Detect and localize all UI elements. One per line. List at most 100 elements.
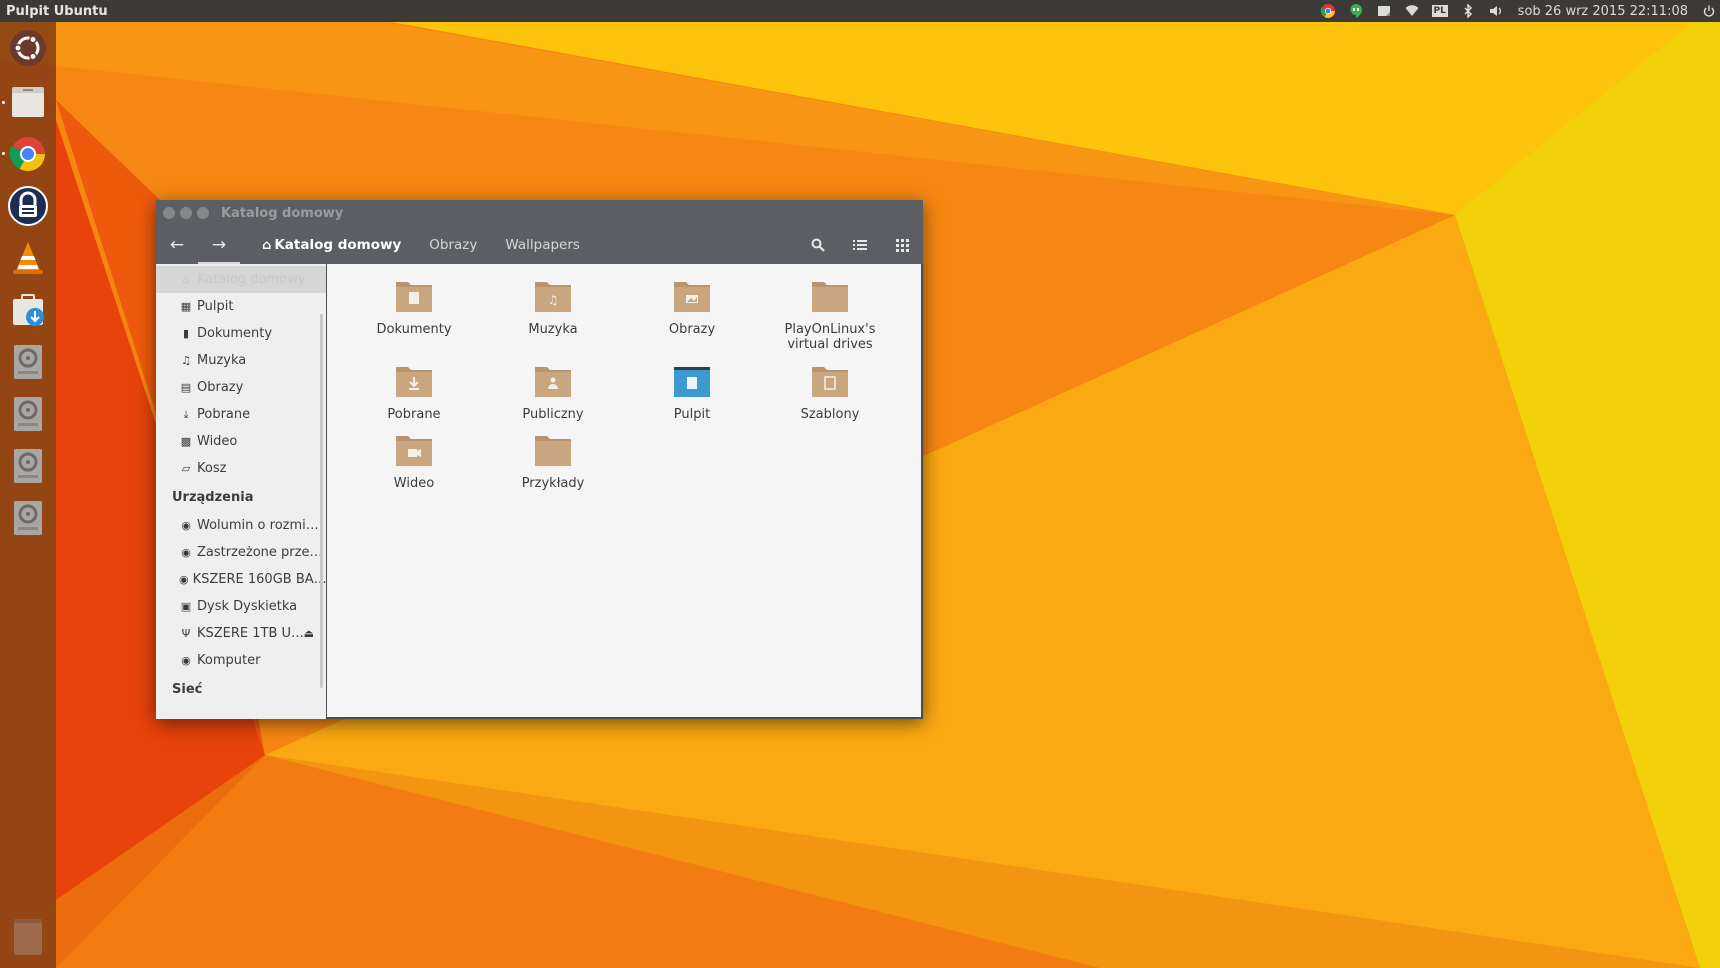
chrome-tray-icon[interactable] <box>1314 0 1342 22</box>
file-item[interactable]: Pulpit <box>622 361 762 422</box>
search-button[interactable] <box>797 226 839 264</box>
sidebar-item-label: Wolumin o rozmi… <box>197 518 319 533</box>
sidebar-item-pobrane[interactable]: ⤓ Pobrane <box>156 401 326 428</box>
power-icon[interactable] <box>1698 0 1720 22</box>
forward-button[interactable]: → <box>198 226 240 264</box>
indicator-tray: PL sob 26 wrz 2015 22:11:08 <box>1314 0 1720 22</box>
sidebar-item-kszere-1tb[interactable]: Ψ KSZERE 1TB U… ⏏ <box>156 620 326 647</box>
wifi-icon[interactable] <box>1398 0 1426 22</box>
breadcrumb-obrazy[interactable]: Obrazy <box>415 226 491 264</box>
file-item[interactable]: Przykłady <box>483 430 623 491</box>
hangouts-icon[interactable] <box>1342 0 1370 22</box>
sidebar-item-label: Obrazy <box>197 380 244 395</box>
keyboard-layout-label: PL <box>1431 5 1448 17</box>
sidebar-item-label: Muzyka <box>197 353 247 368</box>
usb-icon: Ψ <box>181 627 191 640</box>
sidebar-item-label: Wideo <box>197 434 238 449</box>
file-item[interactable]: Szablony <box>760 361 900 422</box>
drive-icon[interactable] <box>6 340 50 384</box>
list-view-button[interactable] <box>839 226 881 264</box>
close-window-button[interactable] <box>163 207 175 219</box>
running-indicator <box>2 152 5 155</box>
home-icon: ⌂ <box>182 273 190 286</box>
minimize-window-button[interactable] <box>180 207 192 219</box>
sidebar-item-wideo[interactable]: ▩ Wideo <box>156 428 326 455</box>
folder-icon <box>674 367 710 397</box>
file-item[interactable]: ♫ Muzyka <box>483 276 623 337</box>
volume-icon[interactable] <box>1482 0 1510 22</box>
running-indicator <box>2 101 5 104</box>
keyboard-icon[interactable]: PL <box>1426 0 1454 22</box>
sidebar-item-home[interactable]: ⌂ Katalog domowy <box>156 266 326 293</box>
trash-icon: ▱ <box>181 462 191 475</box>
drive-icon[interactable] <box>6 496 50 540</box>
search-icon <box>811 238 825 252</box>
notes-icon[interactable] <box>1370 0 1398 22</box>
sidebar-item-kosz[interactable]: ▱ Kosz <box>156 455 326 482</box>
sidebar-item-dokumenty[interactable]: ▮ Dokumenty <box>156 320 326 347</box>
file-item[interactable]: Pobrane <box>344 361 484 422</box>
breadcrumb-label: Katalog domowy <box>274 237 402 253</box>
keepass-icon[interactable] <box>6 184 50 228</box>
folder-icon <box>396 367 432 397</box>
sidebar-item-kszere-160gb[interactable]: ◉ KSZERE 160GB BA… <box>156 566 326 593</box>
grid-view-button[interactable] <box>881 226 923 264</box>
sidebar-item-label: KSZERE 160GB BA… <box>192 572 327 587</box>
ubuntu-dash-icon[interactable] <box>6 26 50 70</box>
clock[interactable]: sob 26 wrz 2015 22:11:08 <box>1510 4 1698 19</box>
sidebar-item-komputer[interactable]: ◉ Komputer <box>156 647 326 674</box>
maximize-window-button[interactable] <box>197 207 209 219</box>
eject-icon[interactable]: ⏏ <box>304 627 314 640</box>
drive-icon[interactable] <box>6 444 50 488</box>
top-panel: Pulpit Ubuntu PL sob 26 wrz 2015 22:11:0… <box>0 0 1720 22</box>
folder-icon: ♫ <box>535 282 571 312</box>
active-window-title: Pulpit Ubuntu <box>6 3 108 19</box>
file-label: Przykłady <box>521 476 585 491</box>
list-view-icon <box>853 240 867 250</box>
sidebar-item-label: Katalog domowy <box>197 272 306 287</box>
file-item[interactable]: Publiczny <box>483 361 623 422</box>
vlc-icon[interactable] <box>6 236 50 280</box>
launcher <box>0 22 56 968</box>
file-label: Obrazy <box>668 322 716 337</box>
image-icon: ▤ <box>180 381 192 394</box>
files-icon[interactable] <box>6 80 50 124</box>
sidebar-item-label: Dysk Dyskietka <box>197 599 298 614</box>
file-manager-body: ⌂ Katalog domowy ▦ Pulpit ▮ Dokumenty ♫ … <box>156 264 923 719</box>
folder-icon <box>535 436 571 466</box>
sidebar-item-label: Pobrane <box>197 407 251 422</box>
back-button[interactable]: ← <box>156 226 198 264</box>
breadcrumb-home[interactable]: ⌂ Katalog domowy <box>248 226 415 264</box>
folder-icon <box>396 436 432 466</box>
file-label: Publiczny <box>522 407 584 422</box>
sidebar-item-label: Kosz <box>197 461 227 476</box>
trash-icon[interactable] <box>6 914 50 958</box>
file-view: Dokumenty ♫ Muzyka Obrazy PlayOnLinux's virt… <box>327 264 923 719</box>
sidebar-item-floppy[interactable]: ▣ Dysk Dyskietka <box>156 593 326 620</box>
bluetooth-icon[interactable] <box>1454 0 1482 22</box>
sidebar-item-reserved[interactable]: ◉ Zastrzeżone prze… <box>156 539 326 566</box>
file-item[interactable]: Dokumenty <box>344 276 484 337</box>
window-titlebar[interactable]: Katalog domowy <box>156 200 923 226</box>
sidebar-item-label: Dokumenty <box>197 326 273 341</box>
folder-icon <box>396 282 432 312</box>
sidebar-item-muzyka[interactable]: ♫ Muzyka <box>156 347 326 374</box>
file-item[interactable]: Wideo <box>344 430 484 491</box>
sidebar-heading-network: Sieć <box>172 681 203 697</box>
sidebar-item-obrazy[interactable]: ▤ Obrazy <box>156 374 326 401</box>
sidebar-item-volume[interactable]: ◉ Wolumin o rozmi… <box>156 512 326 539</box>
file-label: PlayOnLinux's virtual drives <box>784 322 876 352</box>
sidebar: ⌂ Katalog domowy ▦ Pulpit ▮ Dokumenty ♫ … <box>156 264 327 719</box>
file-item[interactable]: PlayOnLinux's virtual drives <box>760 276 900 352</box>
breadcrumb-wallpapers[interactable]: Wallpapers <box>491 226 594 264</box>
grid-view-icon <box>895 238 909 252</box>
software-updater-icon[interactable] <box>6 288 50 332</box>
file-label: Pulpit <box>673 407 711 422</box>
sidebar-scrollbar[interactable] <box>320 314 323 688</box>
download-icon: ⤓ <box>183 407 189 421</box>
file-item[interactable]: Obrazy <box>622 276 762 337</box>
drive-icon: ◉ <box>181 654 191 667</box>
drive-icon[interactable] <box>6 392 50 436</box>
chrome-icon[interactable] <box>6 132 50 176</box>
sidebar-item-pulpit[interactable]: ▦ Pulpit <box>156 293 326 320</box>
